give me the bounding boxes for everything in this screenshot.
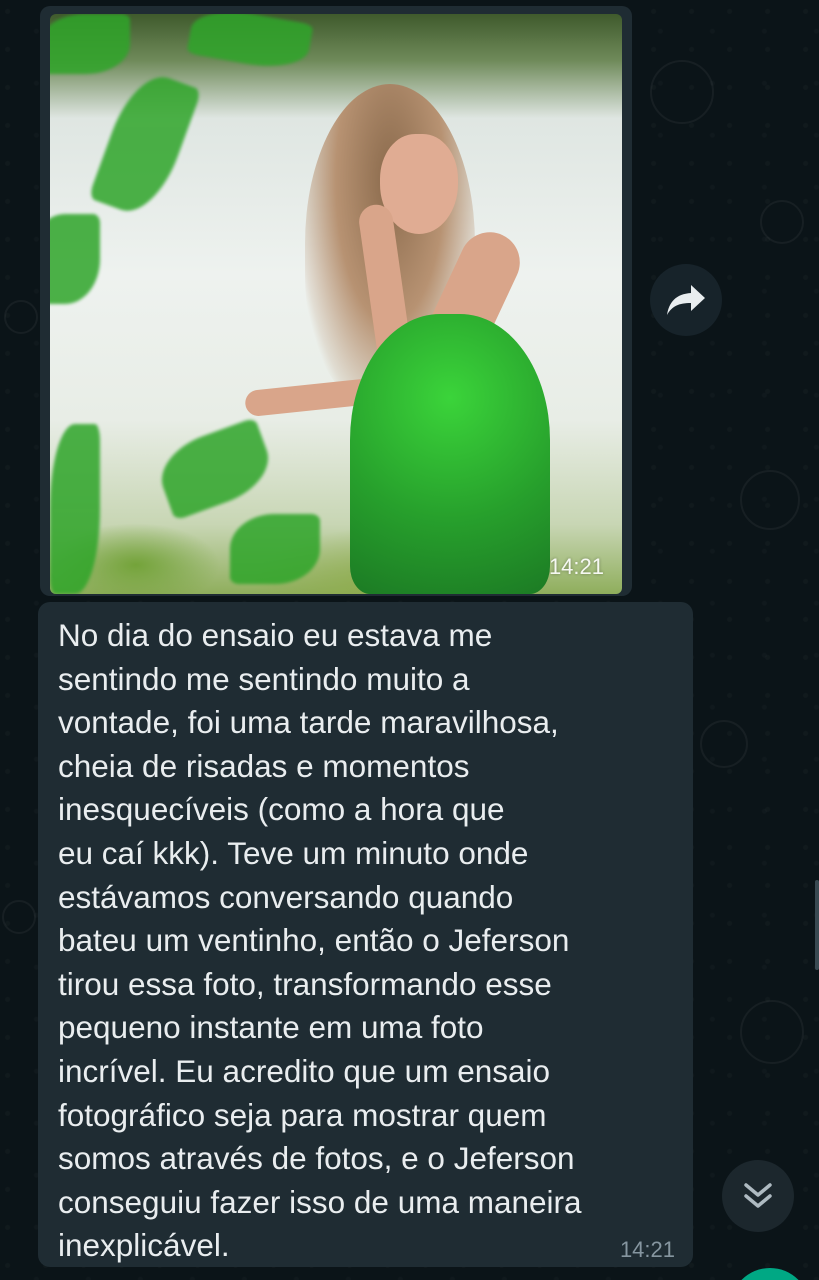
message-line: sentindo me sentindo muito a — [58, 660, 470, 697]
message-line: estávamos conversando quando — [58, 878, 514, 915]
message-line: somos através de fotos, e o Jeferson — [58, 1140, 575, 1177]
message-line: vontade, foi uma tarde maravilhosa, — [58, 704, 559, 741]
wallpaper-doodle — [740, 470, 800, 530]
text-message-time: 14:21 — [619, 1237, 675, 1262]
message-line: bateu um ventinho, então o Jeferson — [58, 922, 570, 959]
scrollbar[interactable] — [815, 880, 819, 970]
photo-leaf — [50, 214, 100, 304]
floating-action-button-edge[interactable] — [730, 1268, 810, 1280]
message-line: inesquecíveis (como a hora que — [58, 791, 505, 828]
message-line: conseguiu fazer isso de uma maneira — [58, 1183, 582, 1220]
photo-leaf — [88, 66, 202, 222]
message-line: cheia de risadas e momentos — [58, 747, 470, 784]
text-message-bubble[interactable]: No dia do ensaio eu estava me sentindo m… — [38, 602, 693, 1267]
wallpaper-doodle — [650, 60, 714, 124]
message-line: fotográfico seja para mostrar quem — [58, 1096, 547, 1133]
message-line: inexplicável. — [58, 1227, 230, 1264]
wallpaper-doodle — [740, 1000, 804, 1064]
chat-area[interactable]: 14:21 No dia do ensaio eu estava me sent… — [0, 0, 819, 1280]
photo-dress — [350, 314, 550, 594]
wallpaper-doodle — [700, 720, 748, 768]
photo-leaf — [151, 417, 279, 521]
message-line: incrível. Eu acredito que um ensaio — [58, 1052, 551, 1089]
forward-button[interactable] — [650, 264, 722, 336]
photo-leaf — [230, 514, 320, 584]
forward-arrow-icon — [667, 285, 705, 315]
photo[interactable]: 14:21 — [50, 14, 622, 594]
photo-leaf — [50, 424, 100, 594]
message-line: No dia do ensaio eu estava me — [58, 617, 493, 653]
message-text: No dia do ensaio eu estava me sentindo m… — [58, 614, 678, 1268]
message-line: eu caí kkk). Teve um minuto onde — [58, 834, 529, 871]
message-line: tirou essa foto, transformando esse — [58, 965, 552, 1002]
photo-leaf — [186, 14, 314, 75]
double-chevron-down-icon — [744, 1183, 772, 1208]
image-message-time: 14:21 — [548, 554, 604, 579]
wallpaper-doodle — [2, 900, 36, 934]
message-line: pequeno instante em uma foto — [58, 1009, 484, 1046]
photo-leaf — [50, 14, 130, 74]
image-message-bubble[interactable]: 14:21 — [40, 6, 632, 596]
scroll-to-bottom-button[interactable] — [722, 1160, 794, 1232]
wallpaper-doodle — [760, 200, 804, 244]
wallpaper-doodle — [4, 300, 38, 334]
